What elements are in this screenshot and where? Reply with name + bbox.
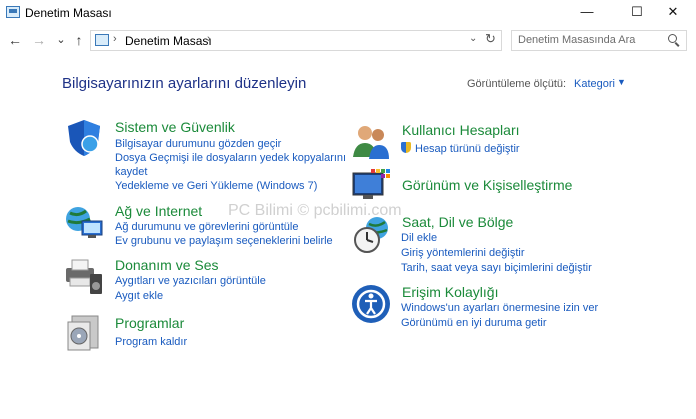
link-uninstall-program[interactable]: Program kaldır — [115, 335, 187, 349]
uac-shield-icon — [401, 142, 411, 153]
forward-button[interactable]: → — [30, 31, 48, 49]
close-button[interactable]: ✕ — [650, 0, 696, 26]
title-bar: Denetim Masası — ☐ ✕ — [0, 0, 696, 26]
link-change-account-type[interactable]: Hesap türünü değiştir — [401, 142, 520, 156]
control-panel-icon — [6, 6, 20, 18]
link-review-status[interactable]: Bilgisayar durumunu gözden geçir — [115, 137, 281, 151]
ease-of-access-icon[interactable] — [351, 284, 391, 324]
link-windows-suggest[interactable]: Windows'un ayarları önermesine izin ver — [401, 301, 598, 315]
link-backup-restore[interactable]: Yedekleme ve Geri Yükleme (Windows 7) — [115, 179, 317, 193]
category-title-programs[interactable]: Programlar — [115, 315, 184, 331]
breadcrumb-control-panel[interactable]: Denetim Masası — [125, 34, 212, 48]
search-input[interactable]: Denetim Masasında Ara — [518, 34, 635, 46]
printer-speaker-icon[interactable] — [64, 256, 104, 296]
view-by-label: Görüntüleme ölçütü: — [467, 78, 567, 90]
link-file-history[interactable]: Dosya Geçmişi ile dosyaların yedek kopya… — [115, 151, 346, 165]
category-title-system-security[interactable]: Sistem ve Güvenlik — [115, 119, 235, 135]
category-title-ease-of-access[interactable]: Erişim Kolaylığı — [402, 284, 498, 300]
breadcrumb-chevron-icon[interactable]: › — [207, 33, 211, 45]
category-title-appearance[interactable]: Görünüm ve Kişiselleştirme — [402, 177, 572, 193]
security-shield-icon[interactable] — [64, 118, 104, 158]
programs-disc-icon[interactable] — [64, 312, 104, 352]
link-devices-printers[interactable]: Aygıtları ve yazıcıları görüntüle — [115, 274, 266, 288]
category-title-clock-region[interactable]: Saat, Dil ve Bölge — [402, 214, 513, 230]
address-bar[interactable]: › Denetim Masası › ⌄ ↻ — [90, 30, 502, 51]
clock-globe-icon[interactable] — [351, 214, 391, 254]
network-globe-icon[interactable] — [64, 203, 104, 243]
link-add-language[interactable]: Dil ekle — [401, 231, 437, 245]
recent-locations-button[interactable]: ⌄ — [52, 31, 70, 49]
display-palette-icon[interactable] — [351, 167, 391, 207]
link-file-history-cont[interactable]: kaydet — [115, 165, 147, 179]
link-date-time-formats[interactable]: Tarih, saat veya sayı biçimlerini değişt… — [401, 261, 592, 275]
watermark: PC Bilimi © pcbilimi.com — [228, 202, 402, 219]
link-network-status[interactable]: Ağ durumunu ve görevlerini görüntüle — [115, 220, 298, 234]
minimize-button[interactable]: — — [564, 0, 610, 26]
address-dropdown-button[interactable]: ⌄ — [469, 33, 477, 44]
back-button[interactable]: ← — [6, 31, 24, 49]
link-add-device[interactable]: Aygıt ekle — [115, 289, 163, 303]
refresh-button[interactable]: ↻ — [485, 31, 496, 47]
chevron-down-icon[interactable]: ▼ — [617, 77, 626, 87]
link-input-methods[interactable]: Giriş yöntemlerini değiştir — [401, 246, 524, 260]
search-icon[interactable] — [668, 34, 677, 43]
view-by-dropdown[interactable]: Kategori — [574, 78, 615, 90]
link-optimize-display[interactable]: Görünümü en iyi duruma getir — [401, 316, 547, 330]
link-change-account-type-label: Hesap türünü değiştir — [415, 143, 520, 155]
category-title-network[interactable]: Ağ ve Internet — [115, 203, 202, 219]
page-title: Bilgisayarınızın ayarlarını düzenleyin — [62, 75, 307, 92]
link-homegroup[interactable]: Ev grubunu ve paylaşım seçeneklerini bel… — [115, 234, 333, 248]
control-panel-icon — [95, 34, 109, 46]
navigation-bar: ← → ⌄ ↑ › Denetim Masası › ⌄ ↻ Denetim M… — [0, 28, 696, 54]
category-title-hardware-sound[interactable]: Donanım ve Ses — [115, 257, 219, 273]
search-box[interactable]: Denetim Masasında Ara — [511, 30, 687, 51]
breadcrumb-chevron-icon[interactable]: › — [113, 33, 117, 45]
users-icon[interactable] — [351, 121, 391, 161]
up-button[interactable]: ↑ — [70, 31, 88, 49]
category-title-user-accounts[interactable]: Kullanıcı Hesapları — [402, 122, 520, 138]
window-title: Denetim Masası — [25, 6, 112, 20]
